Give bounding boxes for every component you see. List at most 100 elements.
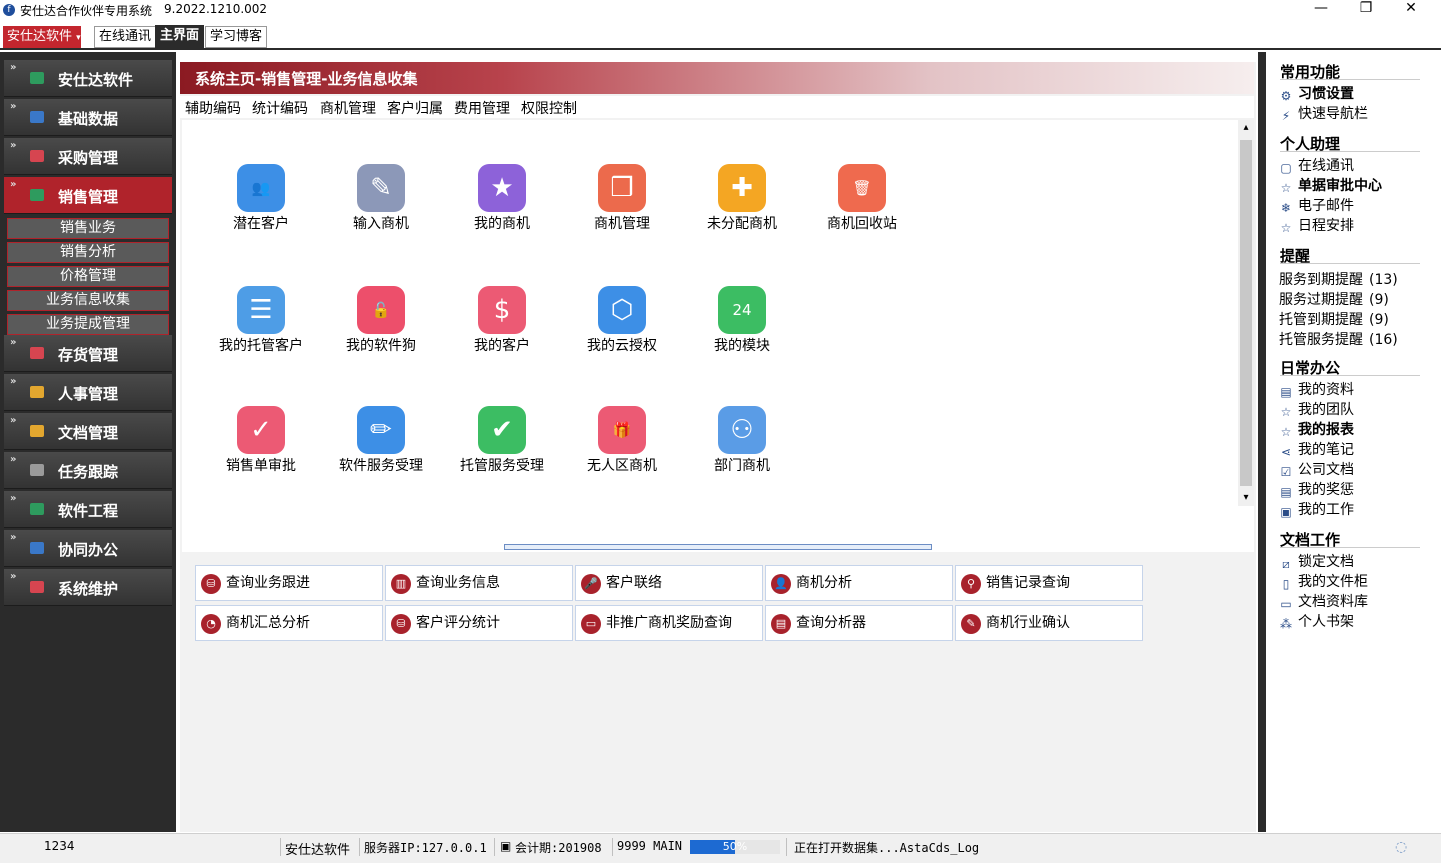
module-tile[interactable]: ✎ 输入商机 (331, 164, 431, 232)
tab-online-chat[interactable]: 在线通讯 (94, 26, 157, 48)
quick-query-button[interactable]: ⚲ 销售记录查询 (955, 565, 1143, 601)
submenu-item[interactable]: 辅助编码 (185, 98, 241, 118)
submenu-item[interactable]: 统计编码 (252, 98, 308, 118)
panel-link[interactable]: ▭ 文档资料库 (1279, 593, 1368, 611)
close-button[interactable]: ✕ (1396, 0, 1426, 18)
module-tile[interactable]: ⬡ 我的云授权 (572, 286, 672, 354)
module-tile[interactable]: ❒ 商机管理 (572, 164, 672, 232)
quick-query-button[interactable]: ▭ 非推广商机奖励查询 (575, 605, 763, 641)
sidebar-item[interactable]: » 任务跟踪 (4, 452, 172, 489)
panel-link[interactable]: ❄ 电子邮件 (1279, 197, 1354, 215)
scroll-up-icon[interactable]: ▴ (1238, 120, 1254, 136)
sidebar-subitem[interactable]: 业务提成管理 (7, 314, 169, 335)
sidebar-item[interactable]: » 软件工程 (4, 491, 172, 528)
submenu-item[interactable]: 客户归属 (387, 98, 443, 118)
module-tile-label: 输入商机 (353, 216, 409, 232)
tab-blog[interactable]: 学习博客 (205, 26, 268, 48)
minimize-button[interactable]: — (1306, 0, 1336, 18)
sidebar-item[interactable]: » 基础数据 (4, 99, 172, 136)
module-tile[interactable]: ☰ 我的托管客户 (211, 286, 311, 354)
module-tile[interactable]: 24 我的模块 (692, 286, 792, 354)
panel-link[interactable]: ▤ 我的资料 (1279, 381, 1354, 399)
panel-link[interactable]: ▢ 在线通讯 (1279, 157, 1354, 175)
quick-query-label: 商机分析 (796, 575, 852, 591)
vertical-scrollbar[interactable]: ▴ ▾ (1238, 120, 1254, 506)
tab-main[interactable]: 主界面 (155, 25, 205, 49)
scroll-thumb[interactable] (1240, 140, 1252, 486)
status-database: 9999 MAIN (617, 839, 683, 853)
chevron-icon: » (10, 415, 17, 426)
reminder-link[interactable]: 托管到期提醒 (9) (1279, 309, 1389, 328)
link-icon: ▤ (1280, 385, 1292, 399)
sidebar-item[interactable]: » 销售管理 (4, 177, 172, 214)
submenu-item[interactable]: 商机管理 (320, 98, 376, 118)
module-tile[interactable]: 🔓 我的软件狗 (331, 286, 431, 354)
panel-link[interactable]: ▤ 我的奖惩 (1279, 481, 1354, 499)
sidebar-subitem[interactable]: 销售分析 (7, 242, 169, 263)
module-tile[interactable]: 🎁 无人区商机 (572, 406, 672, 474)
module-tile[interactable]: ✚ 未分配商机 (692, 164, 792, 232)
module-tile-label: 我的客户 (474, 338, 530, 354)
pencil-icon: ✏ (357, 406, 405, 454)
module-tile-label: 我的托管客户 (219, 338, 303, 354)
link-icon: ⋖ (1280, 445, 1292, 459)
sidebar-item[interactable]: » 人事管理 (4, 374, 172, 411)
status-separator (359, 838, 360, 856)
panel-link[interactable]: ☆ 单据审批中心 (1279, 177, 1382, 195)
sidebar-item[interactable]: » 文档管理 (4, 413, 172, 450)
panel-link[interactable]: ⋖ 我的笔记 (1279, 441, 1354, 459)
panel-link[interactable]: ▣ 我的工作 (1279, 501, 1354, 519)
panel-link[interactable]: ⚙ 习惯设置 (1279, 85, 1354, 103)
reminder-link[interactable]: 服务过期提醒 (9) (1279, 289, 1389, 308)
restore-button[interactable]: ❐ (1351, 0, 1381, 18)
submenu-item[interactable]: 权限控制 (521, 98, 577, 118)
quick-query-button[interactable]: ◔ 商机汇总分析 (195, 605, 383, 641)
reminder-link[interactable]: 托管服务提醒 (16) (1279, 329, 1398, 348)
link-icon: ▯ (1282, 577, 1290, 591)
panel-link[interactable]: ☑ 公司文档 (1279, 461, 1354, 479)
module-tile[interactable]: ✓ 销售单审批 (211, 406, 311, 474)
red-square-icon (30, 150, 44, 162)
quick-query-button[interactable]: ⛁ 客户评分统计 (385, 605, 573, 641)
panel-link[interactable]: ⚡ 快速导航栏 (1279, 105, 1368, 123)
panel-link[interactable]: ☆ 我的团队 (1279, 401, 1354, 419)
panel-link[interactable]: ☆ 我的报表 (1279, 421, 1354, 439)
module-tile[interactable]: $ 我的客户 (452, 286, 552, 354)
green-square-icon (30, 189, 44, 201)
sidebar-item[interactable]: » 存货管理 (4, 335, 172, 372)
quick-query-button[interactable]: ▥ 查询业务信息 (385, 565, 573, 601)
module-tile[interactable]: 👥 潜在客户 (211, 164, 311, 232)
progress-label: 50% (722, 840, 748, 853)
sidebar-subitem[interactable]: 销售业务 (7, 218, 169, 239)
sidebar-item[interactable]: » 系统维护 (4, 569, 172, 606)
sidebar-item[interactable]: » 安仕达软件 (4, 60, 172, 97)
module-tile[interactable]: ★ 我的商机 (452, 164, 552, 232)
module-tile[interactable]: ✔ 托管服务受理 (452, 406, 552, 474)
status-separator (612, 838, 613, 856)
quick-query-button[interactable]: ⛁ 查询业务跟进 (195, 565, 383, 601)
panel-link[interactable]: ⧄ 锁定文档 (1279, 553, 1354, 571)
quick-query-button[interactable]: 🎤 客户联络 (575, 565, 763, 601)
scroll-down-icon[interactable]: ▾ (1238, 490, 1254, 506)
query-icon: 👤 (771, 574, 791, 594)
module-tile[interactable]: 🗑 商机回收站 (812, 164, 912, 232)
sidebar-item[interactable]: » 协同办公 (4, 530, 172, 567)
quick-query-button[interactable]: ▤ 查询分析器 (765, 605, 953, 641)
brand-menu-button[interactable]: 安仕达软件 ▾ (3, 26, 81, 48)
sidebar-item[interactable]: » 采购管理 (4, 138, 172, 175)
submenu-item[interactable]: 费用管理 (454, 98, 510, 118)
sidebar-subitem[interactable]: 业务信息收集 (7, 290, 169, 311)
user-money-icon: $ (478, 286, 526, 334)
module-tile[interactable]: ⚇ 部门商机 (692, 406, 792, 474)
status-server: 服务器IP:127.0.0.1 (364, 841, 487, 855)
quick-query-button[interactable]: ✎ 商机行业确认 (955, 605, 1143, 641)
quick-query-button[interactable]: 👤 商机分析 (765, 565, 953, 601)
panel-link[interactable]: ▯ 我的文件柜 (1279, 573, 1368, 591)
panel-splitter[interactable] (504, 544, 932, 550)
panel-link[interactable]: ⁂ 个人书架 (1279, 613, 1354, 631)
module-tile[interactable]: ✏ 软件服务受理 (331, 406, 431, 474)
reminder-link[interactable]: 服务到期提醒 (13) (1279, 269, 1398, 288)
sidebar-subitem[interactable]: 价格管理 (7, 266, 169, 287)
tray-icon[interactable]: ◌ (1395, 839, 1407, 855)
panel-link[interactable]: ☆ 日程安排 (1279, 217, 1354, 235)
